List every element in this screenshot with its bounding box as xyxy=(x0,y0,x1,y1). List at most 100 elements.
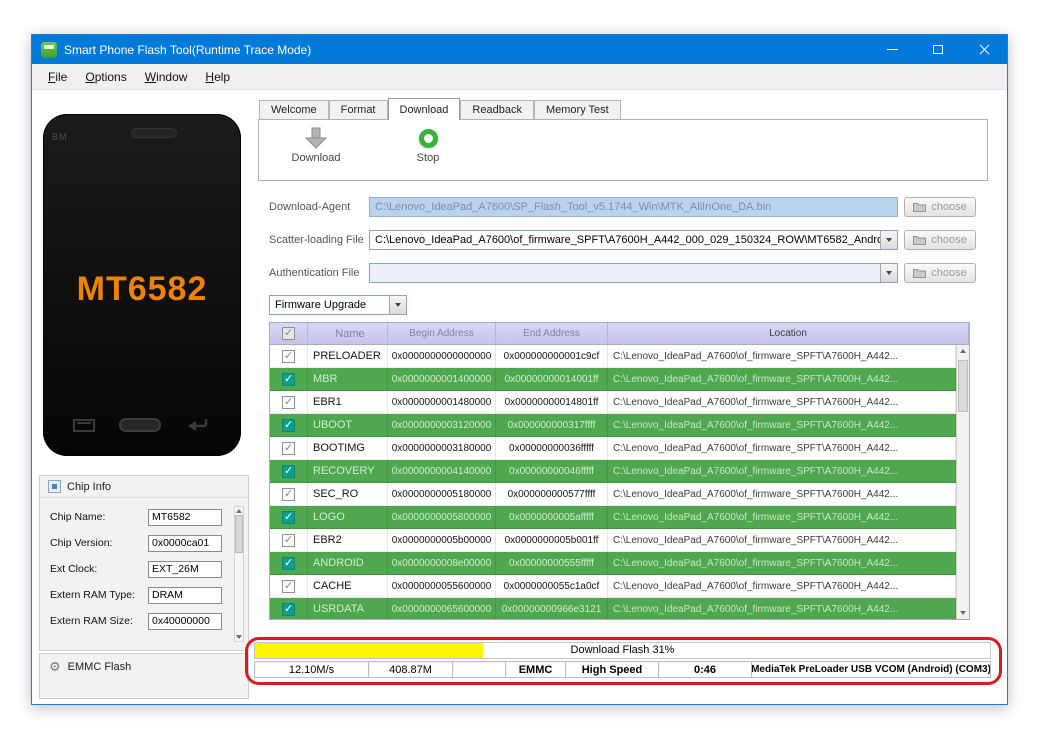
download-agent-value: C:\Lenovo_IdeaPad_A7600\SP_Flash_Tool_v5… xyxy=(375,201,772,213)
scroll-up-icon[interactable] xyxy=(236,509,242,513)
row-checkbox[interactable] xyxy=(282,510,295,524)
scroll-down-icon[interactable] xyxy=(236,635,242,639)
cell-location: C:\Lenovo_IdeaPad_A7600\of_firmware_SPFT… xyxy=(608,552,956,574)
menu-item-file[interactable]: File xyxy=(39,67,76,87)
table-row-sec_ro[interactable]: SEC_RO0x00000000051800000x000000000577ff… xyxy=(270,483,956,506)
chip-field-value: MT6582 xyxy=(148,508,222,526)
table-row-mbr[interactable]: MBR0x00000000014000000x00000000014001ffC… xyxy=(270,368,956,391)
cell-checkbox xyxy=(270,345,308,367)
row-checkbox[interactable] xyxy=(282,441,295,455)
dropdown-arrow-icon[interactable] xyxy=(880,231,897,249)
download-button-label: Download xyxy=(291,152,341,164)
row-checkbox[interactable] xyxy=(282,556,295,570)
tab-readback[interactable]: Readback xyxy=(460,100,534,119)
menu-item-help[interactable]: Help xyxy=(196,67,239,87)
table-row-preloader[interactable]: PRELOADER0x00000000000000000x00000000000… xyxy=(270,345,956,368)
cell-location: C:\Lenovo_IdeaPad_A7600\of_firmware_SPFT… xyxy=(608,529,956,551)
folder-icon xyxy=(913,236,927,245)
table-row-ebr1[interactable]: EBR10x00000000014800000x00000000014801ff… xyxy=(270,391,956,414)
chip-info-header: Chip Info xyxy=(40,476,248,498)
tab-download[interactable]: Download xyxy=(387,98,461,120)
dropdown-arrow-icon[interactable] xyxy=(880,264,897,282)
scatter-file-combo[interactable]: C:\Lenovo_IdeaPad_A7600\of_firmware_SPFT… xyxy=(369,230,898,250)
menu-item-window[interactable]: Window xyxy=(136,67,197,87)
cell-end-address: 0x0000000005afffff xyxy=(496,506,608,528)
dropdown-arrow-icon[interactable] xyxy=(389,296,406,314)
table-row-recovery[interactable]: RECOVERY0x00000000041400000x00000000046f… xyxy=(270,460,956,483)
cell-checkbox xyxy=(270,506,308,528)
row-checkbox[interactable] xyxy=(282,418,295,432)
row-checkbox[interactable] xyxy=(282,372,295,386)
cell-begin-address: 0x0000000005180000 xyxy=(388,483,496,505)
close-button[interactable] xyxy=(961,35,1007,64)
download-agent-choose-button[interactable]: choose xyxy=(904,197,976,217)
download-mode-value: Firmware Upgrade xyxy=(275,299,367,311)
chip-field-value: DRAM xyxy=(148,586,222,604)
cell-checkbox xyxy=(270,460,308,482)
chip-field-label: Chip Name: xyxy=(50,511,106,523)
download-button[interactable]: Download xyxy=(278,124,354,164)
row-checkbox[interactable] xyxy=(282,464,295,478)
cell-begin-address: 0x0000000055600000 xyxy=(388,575,496,597)
chip-info-scrollbar[interactable] xyxy=(234,506,244,642)
download-arrow-icon xyxy=(304,127,328,149)
cell-name: SEC_RO xyxy=(308,483,388,505)
table-row-ebr2[interactable]: EBR20x0000000005b000000x0000000005b001ff… xyxy=(270,529,956,552)
chip-info-fields: Chip Name: MT6582 Chip Version: 0x0000ca01 E… xyxy=(50,504,222,634)
table-row-usrdata[interactable]: USRDATA0x00000000656000000x00000000966e3… xyxy=(270,598,956,619)
auth-file-choose-button[interactable]: choose xyxy=(904,263,976,283)
auth-file-combo[interactable] xyxy=(369,263,898,283)
table-row-android[interactable]: ANDROID0x0000000008e000000x00000000555ff… xyxy=(270,552,956,575)
choose-button-label: choose xyxy=(931,267,967,279)
stop-icon xyxy=(418,128,438,148)
cell-checkbox xyxy=(270,483,308,505)
cell-location: C:\Lenovo_IdeaPad_A7600\of_firmware_SPFT… xyxy=(608,368,956,390)
title-bar[interactable]: Smart Phone Flash Tool(Runtime Trace Mod… xyxy=(32,35,1007,64)
row-checkbox[interactable] xyxy=(282,487,295,501)
table-row-uboot[interactable]: UBOOT0x00000000031200000x000000000317fff… xyxy=(270,414,956,437)
cell-location: C:\Lenovo_IdeaPad_A7600\of_firmware_SPFT… xyxy=(608,391,956,413)
close-icon xyxy=(979,44,990,55)
table-row-cache[interactable]: CACHE0x00000000556000000x0000000055c1a0c… xyxy=(270,575,956,598)
maximize-button[interactable] xyxy=(915,35,961,64)
header-end-address: End Address xyxy=(496,323,608,344)
download-agent-field[interactable]: C:\Lenovo_IdeaPad_A7600\SP_Flash_Tool_v5… xyxy=(369,197,898,217)
phone-home-button-icon xyxy=(119,418,161,432)
table-row-bootimg[interactable]: BOOTIMG0x00000000031800000x00000000036ff… xyxy=(270,437,956,460)
menu-item-options[interactable]: Options xyxy=(76,67,135,87)
row-checkbox[interactable] xyxy=(282,349,295,363)
table-scrollbar[interactable] xyxy=(956,345,969,619)
download-mode-select[interactable]: Firmware Upgrade xyxy=(269,295,407,315)
row-checkbox[interactable] xyxy=(282,579,295,593)
cell-end-address: 0x000000000001c9cf xyxy=(496,345,608,367)
menu-bar: File Options Window Help xyxy=(32,64,1007,90)
tab-welcome[interactable]: Welcome xyxy=(259,100,329,119)
tab-format[interactable]: Format xyxy=(328,100,388,119)
scroll-down-icon[interactable] xyxy=(960,611,966,615)
auth-file-row: Authentication File choose xyxy=(32,263,1007,283)
toolbar: Download Stop xyxy=(258,119,988,181)
row-checkbox[interactable] xyxy=(282,395,295,409)
scrollbar-thumb[interactable] xyxy=(958,360,968,412)
cell-end-address: 0x00000000014801ff xyxy=(496,391,608,413)
status-usb-speed: High Speed xyxy=(566,661,659,678)
cell-checkbox xyxy=(270,552,308,574)
cell-checkbox xyxy=(270,529,308,551)
tab-memory-test[interactable]: Memory Test xyxy=(533,100,621,119)
minimize-button[interactable] xyxy=(869,35,915,64)
scrollbar-thumb[interactable] xyxy=(235,515,243,553)
row-checkbox[interactable] xyxy=(282,533,295,547)
chip-info-row: Extern RAM Type: DRAM xyxy=(50,582,222,608)
stop-button[interactable]: Stop xyxy=(390,124,466,164)
cell-begin-address: 0x0000000000000000 xyxy=(388,345,496,367)
cell-name: PRELOADER xyxy=(308,345,388,367)
phone-speaker xyxy=(131,128,177,138)
scatter-file-choose-button[interactable]: choose xyxy=(904,230,976,250)
cell-name: EBR1 xyxy=(308,391,388,413)
select-all-checkbox[interactable] xyxy=(282,326,295,340)
table-row-logo[interactable]: LOGO0x00000000058000000x0000000005afffff… xyxy=(270,506,956,529)
scroll-up-icon[interactable] xyxy=(960,349,966,353)
cell-end-address: 0x0000000055c1a0cf xyxy=(496,575,608,597)
row-checkbox[interactable] xyxy=(282,602,295,616)
cell-begin-address: 0x0000000008e00000 xyxy=(388,552,496,574)
